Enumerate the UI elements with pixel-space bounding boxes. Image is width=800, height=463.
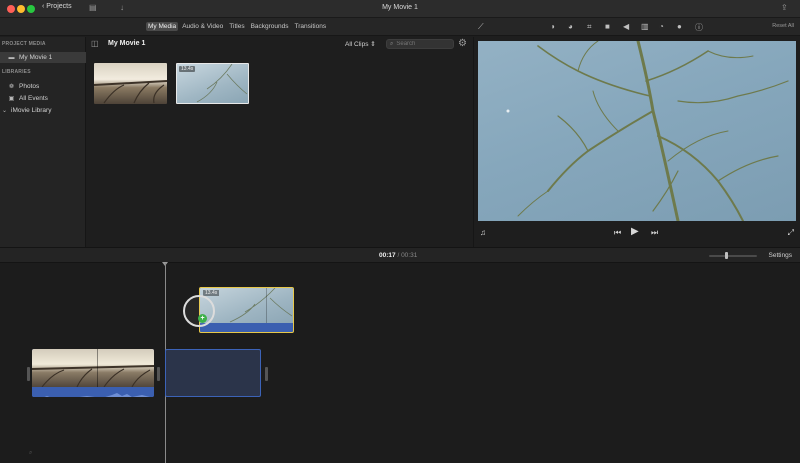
chevron-down-icon: ⌄ [2,108,8,114]
search-input[interactable] [396,41,449,47]
viewer-panel: ♫ ⏮ ▶ ⏭ ⤢ [474,37,800,247]
clip-filter-icon[interactable]: ● [677,22,682,31]
tree-frames-icon [32,365,154,388]
media-clip-thumbnail[interactable] [94,63,167,104]
tab-audio-video[interactable]: Audio & Video [180,22,225,31]
skip-back-icon[interactable]: ⏮ [614,228,621,238]
branches-icon [196,64,248,103]
timeline[interactable]: 13.4s [0,262,800,463]
sidebar-item-photos[interactable]: ❁ Photos [0,81,86,92]
reset-all-button[interactable]: Reset All [772,23,794,29]
noise-reduction-icon[interactable]: ▥ [641,22,649,31]
browser-tab-bar: My Media Audio & Video Titles Background… [0,18,474,36]
zoom-slider-knob[interactable] [725,252,728,259]
timecode-display: 00:17 / 00:31 [379,252,417,259]
color-correction-icon[interactable]: ◕ [568,22,573,31]
browser-title: My Movie 1 [108,40,146,47]
tab-backgrounds[interactable]: Backgrounds [249,22,291,31]
microphone-icon[interactable]: ♫ [480,228,486,237]
add-plus-icon: + [198,314,207,323]
project-media-header: PROJECT MEDIA [2,41,46,47]
video-preview[interactable] [478,41,796,221]
tab-titles[interactable]: Titles [227,22,246,31]
search-field[interactable]: ⌕ [386,39,454,49]
film-icon: ▬ [8,54,15,61]
timecode-separator: / [397,252,400,259]
media-browser: ◫ My Movie 1 All Clips ⇕ ⌕ ⚙ 13.4s [87,37,474,247]
tree-branches-icon [506,41,789,221]
media-clip-thumbnail-selected[interactable]: 13.4s [176,63,249,104]
viewer-toolbar: ⟋ ◑ ◕ ⌗ ■ ◀ ▥ ◔ ● ⓘ Reset All [474,18,800,36]
magic-wand-icon[interactable]: ⟋ [478,22,484,32]
volume-icon[interactable]: ◀ [623,22,629,31]
sidebar-item-imovie-library[interactable]: ⌄ iMovie Library [0,105,86,116]
photos-icon: ❁ [8,84,15,90]
current-time: 00:17 [379,252,396,259]
clip-trim-handle-right[interactable] [157,367,160,381]
timeline-header: 00:17 / 00:31 Settings [0,247,800,263]
gear-icon[interactable]: ⚙ [458,38,467,49]
color-balance-icon[interactable]: ◑ [550,22,555,31]
sidebar-item-all-events[interactable]: ▣ All Events [0,93,86,104]
filter-label: All Clips [345,41,369,48]
sidebar-item-label: All Events [19,95,48,102]
timeline-clip[interactable] [32,349,154,397]
search-icon: ⌕ [390,40,394,47]
timeline-settings-button[interactable]: Settings [769,252,793,259]
window-title: My Movie 1 [382,4,418,11]
total-time: 00:31 [401,252,418,259]
frame-divider [97,349,98,387]
events-icon: ▣ [8,96,15,102]
clip-duration-badge: 13.4s [203,290,220,296]
tab-transitions[interactable]: Transitions [293,22,329,31]
sidebar-item-label: My Movie 1 [19,54,53,61]
tab-my-media[interactable]: My Media [146,22,179,31]
audio-waveform [32,387,154,397]
clip-frames [32,349,154,388]
speed-icon[interactable]: ◔ [659,22,664,31]
skip-forward-icon[interactable]: ⏭ [651,228,658,238]
info-icon[interactable]: ⓘ [695,22,703,33]
frame-divider [266,288,267,323]
libraries-header: LIBRARIES [2,69,31,75]
library-sidebar: PROJECT MEDIA ▬ My Movie 1 LIBRARIES ❁ P… [0,37,86,247]
timeline-zoom-icon: ⌕ [29,450,33,456]
browser-header: ◫ My Movie 1 All Clips ⇕ ⌕ ⚙ [87,37,474,51]
stabilization-icon[interactable]: ■ [605,22,610,31]
drop-zone-handle[interactable] [265,367,268,381]
timeline-zoom-slider[interactable] [709,255,757,257]
clip-drop-zone[interactable] [165,349,261,397]
fullscreen-icon[interactable]: ⤢ [788,228,794,238]
clip-trim-handle-left[interactable] [27,367,30,381]
sidebar-item-label: Photos [19,83,40,90]
crop-icon[interactable]: ⌗ [587,22,592,32]
sidebar-item-project[interactable]: ▬ My Movie 1 [0,52,86,63]
share-icon[interactable]: ⇪ [781,3,788,12]
play-icon[interactable]: ▶ [631,226,639,237]
tree-frames-icon [94,80,167,104]
sidebar-item-label: iMovie Library [11,107,52,114]
all-clips-filter[interactable]: All Clips ⇕ [345,40,376,48]
sidebar-toggle-icon[interactable]: ◫ [91,39,99,48]
waveform-icon [44,393,150,397]
title-bar: ‹ Projects ▤ ↓ My Movie 1 ⇪ [0,0,800,18]
updown-chevron-icon: ⇕ [370,41,376,48]
